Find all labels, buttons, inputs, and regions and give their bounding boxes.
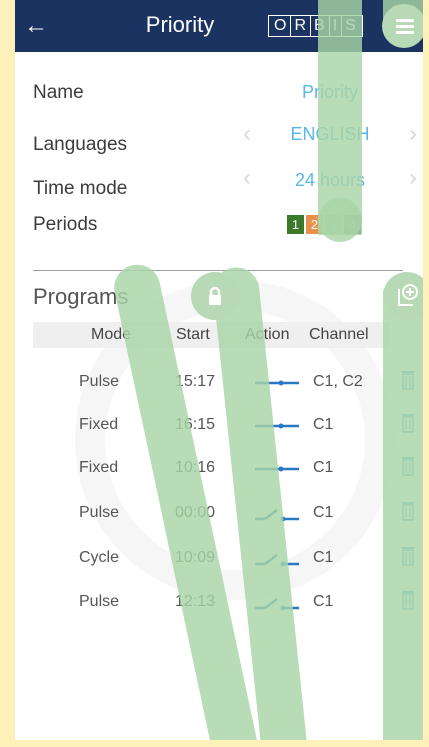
app-screen: ← Priority O R B I S Name Priority Langu… [15, 0, 423, 740]
program-mode: Fixed [79, 416, 119, 433]
program-row[interactable]: Cycle10:09C1 [33, 544, 423, 574]
program-channel: C1 [313, 504, 334, 521]
column-start: Start [176, 326, 210, 343]
languages-label: Languages [33, 134, 128, 155]
languages-prev-chevron-icon[interactable]: ‹ [243, 120, 251, 148]
add-program-button[interactable] [383, 272, 423, 320]
name-label: Name [33, 82, 84, 103]
program-row[interactable]: Pulse00:00C1 [33, 499, 423, 529]
lock-button[interactable] [191, 272, 239, 320]
menu-button[interactable] [382, 4, 423, 48]
program-row[interactable]: Fixed10:16C1 [33, 454, 423, 484]
program-channel: C1 [313, 459, 334, 476]
program-channel: C1 [313, 416, 334, 433]
column-channel: Channel [309, 326, 369, 343]
program-mode: Pulse [79, 373, 120, 390]
time-mode-next-chevron-icon[interactable]: › [409, 164, 417, 192]
languages-next-chevron-icon[interactable]: › [409, 120, 417, 148]
time-mode-label: Time mode [33, 178, 128, 199]
lock-icon [209, 286, 221, 305]
time-mode-prev-chevron-icon[interactable]: ‹ [243, 164, 251, 192]
program-mode: Pulse [79, 504, 120, 521]
program-channel: C1, C2 [313, 373, 363, 390]
program-channel: C1 [313, 549, 334, 566]
program-mode: Fixed [79, 459, 119, 476]
programs-table-header: Mode Start Action Channel [33, 322, 389, 348]
add-program-icon [398, 284, 418, 306]
section-divider [33, 270, 403, 271]
program-mode: Pulse [79, 593, 120, 610]
period-1[interactable]: 1 [287, 215, 304, 234]
program-mode: Cycle [79, 549, 120, 566]
program-channel: C1 [313, 593, 334, 610]
overlay-stripe-cap [318, 198, 362, 242]
periods-label: Periods [33, 214, 98, 235]
overlay-stripe [383, 290, 423, 740]
